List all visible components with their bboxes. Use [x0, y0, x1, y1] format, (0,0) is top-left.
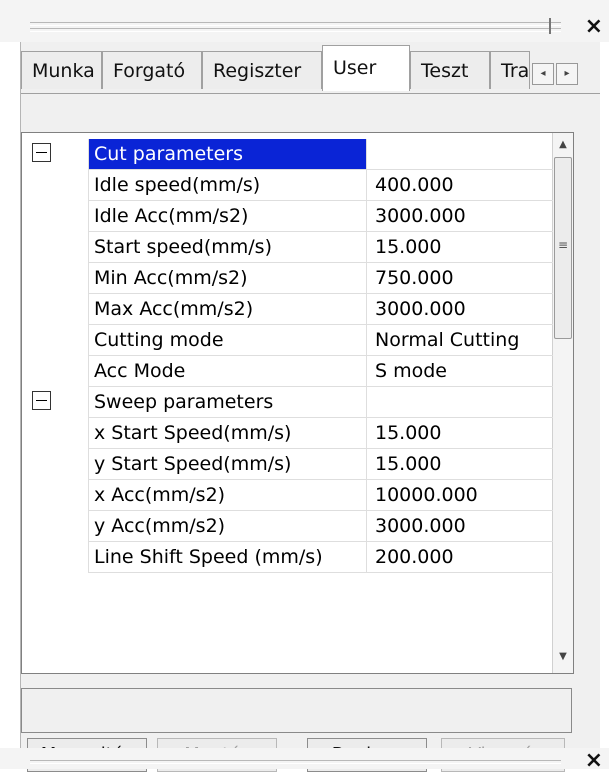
scroll-down-icon[interactable]: ▼ — [553, 647, 573, 667]
row-gutter — [22, 139, 88, 170]
property-value[interactable]: 10000.000 — [367, 480, 553, 511]
property-name[interactable]: y Start Speed(mm/s) — [88, 449, 367, 480]
property-grid: ▲ ≡ ▼ Cut parameters Idle speed(mm/s) 400.… — [21, 132, 574, 674]
property-row[interactable]: y Acc(mm/s2) 3000.000 — [22, 511, 553, 542]
property-name[interactable]: Line Shift Speed (mm/s) — [88, 542, 367, 573]
property-value — [367, 387, 553, 418]
collapse-icon[interactable] — [32, 391, 51, 410]
property-name[interactable]: x Acc(mm/s2) — [88, 480, 367, 511]
row-gutter — [22, 356, 88, 387]
scroll-thumb[interactable]: ≡ — [554, 157, 572, 339]
row-gutter — [22, 511, 88, 542]
property-value[interactable]: 3000.000 — [367, 511, 553, 542]
property-value[interactable]: 200.000 — [367, 542, 553, 573]
tab-munka[interactable]: Munka — [21, 51, 102, 89]
property-row[interactable]: Acc Mode S mode — [22, 356, 553, 387]
property-name[interactable]: Idle speed(mm/s) — [88, 170, 367, 201]
property-name[interactable]: x Start Speed(mm/s) — [88, 418, 367, 449]
property-value[interactable]: Normal Cutting — [367, 325, 553, 356]
property-name[interactable]: Idle Acc(mm/s2) — [88, 201, 367, 232]
property-value[interactable]: 3000.000 — [367, 201, 553, 232]
property-name[interactable]: Start speed(mm/s) — [88, 232, 367, 263]
vertical-scrollbar[interactable]: ▲ ≡ ▼ — [552, 133, 573, 673]
property-row[interactable]: Idle speed(mm/s) 400.000 — [22, 170, 553, 201]
user-parameters-panel: Munka Forgató Regiszter User Teszt Tra ◂… — [20, 42, 600, 772]
row-gutter — [22, 263, 88, 294]
row-gutter — [22, 325, 88, 356]
property-row[interactable]: x Start Speed(mm/s) 15.000 — [22, 418, 553, 449]
property-name[interactable]: Min Acc(mm/s2) — [88, 263, 367, 294]
property-value[interactable]: 15.000 — [367, 232, 553, 263]
row-gutter — [22, 170, 88, 201]
property-row[interactable]: Idle Acc(mm/s2) 3000.000 — [22, 201, 553, 232]
row-gutter — [22, 449, 88, 480]
pin-icon[interactable] — [549, 18, 561, 34]
property-name[interactable]: Max Acc(mm/s2) — [88, 294, 367, 325]
grip-icon: ≡ — [558, 238, 569, 252]
row-gutter — [22, 480, 88, 511]
row-gutter — [22, 387, 88, 418]
tab-user[interactable]: User — [322, 45, 410, 91]
tab-strip: Munka Forgató Regiszter User Teszt Tra ◂… — [21, 45, 600, 94]
description-box — [21, 688, 572, 733]
property-row[interactable]: y Start Speed(mm/s) 15.000 — [22, 449, 553, 480]
tab-teszt[interactable]: Teszt — [410, 51, 490, 89]
row-gutter — [22, 201, 88, 232]
property-value[interactable]: 15.000 — [367, 418, 553, 449]
property-name[interactable]: y Acc(mm/s2) — [88, 511, 367, 542]
property-name[interactable]: Cutting mode — [88, 325, 367, 356]
tab-divider — [21, 93, 600, 94]
property-name[interactable]: Sweep parameters — [88, 387, 367, 418]
property-value[interactable]: 750.000 — [367, 263, 553, 294]
tab-scroll-left-icon[interactable]: ◂ — [532, 63, 554, 85]
row-gutter — [22, 418, 88, 449]
property-value[interactable]: 3000.000 — [367, 294, 553, 325]
tab-scroll-right-icon[interactable]: ▸ — [556, 63, 578, 85]
property-value[interactable]: S mode — [367, 356, 553, 387]
property-value — [367, 139, 553, 170]
collapse-icon[interactable] — [32, 143, 51, 162]
property-row[interactable]: Cutting mode Normal Cutting — [22, 325, 553, 356]
property-row[interactable]: x Acc(mm/s2) 10000.000 — [22, 480, 553, 511]
tab-forgato[interactable]: Forgató — [102, 51, 202, 89]
property-value[interactable]: 15.000 — [367, 449, 553, 480]
property-row[interactable]: Max Acc(mm/s2) 3000.000 — [22, 294, 553, 325]
title-grip[interactable] — [30, 28, 561, 32]
close-icon[interactable]: × — [585, 16, 603, 38]
title-grip[interactable] — [30, 760, 561, 764]
property-name[interactable]: Acc Mode — [88, 356, 367, 387]
property-row[interactable]: Min Acc(mm/s2) 750.000 — [22, 263, 553, 294]
property-name[interactable]: Cut parameters — [88, 139, 367, 170]
property-row[interactable]: Start speed(mm/s) 15.000 — [22, 232, 553, 263]
tab-regiszter[interactable]: Regiszter — [202, 51, 322, 89]
scroll-up-icon[interactable]: ▲ — [553, 135, 573, 155]
panel-title-bar: × — [0, 0, 609, 42]
property-value[interactable]: 400.000 — [367, 170, 553, 201]
row-gutter — [22, 232, 88, 263]
property-group-row[interactable]: Cut parameters — [22, 139, 553, 170]
next-panel-title-bar: × — [0, 748, 609, 772]
title-grip[interactable] — [30, 22, 561, 26]
row-gutter — [22, 294, 88, 325]
row-gutter — [22, 542, 88, 573]
property-group-row[interactable]: Sweep parameters — [22, 387, 553, 418]
property-row[interactable]: Line Shift Speed (mm/s) 200.000 — [22, 542, 553, 573]
tab-tra[interactable]: Tra — [490, 51, 530, 89]
